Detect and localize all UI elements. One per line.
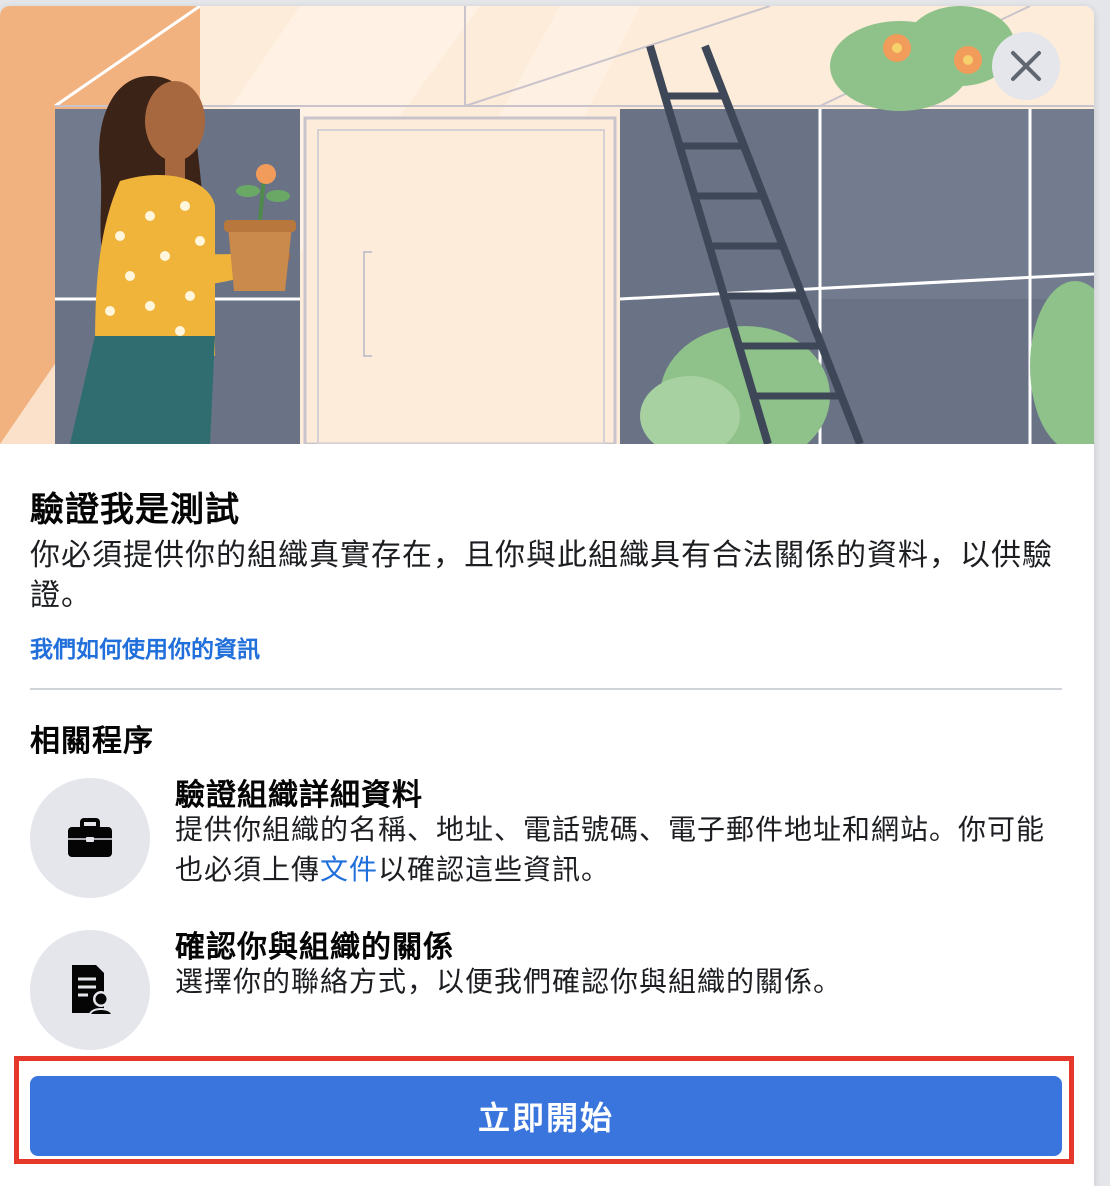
briefcase-icon — [68, 818, 112, 857]
documents-link[interactable]: 文件 — [320, 853, 378, 886]
step-icon-circle — [30, 778, 150, 898]
start-now-button[interactable]: 立即開始 — [30, 1076, 1062, 1156]
step-title: 確認你與組織的關係 — [175, 930, 454, 965]
step-description: 選擇你的聯絡方式，以便我們確認你與組織的關係。 — [175, 965, 843, 998]
section-title: 相關程序 — [30, 724, 154, 759]
contact-document-icon — [72, 965, 112, 1015]
divider — [30, 688, 1062, 690]
step-confirm-relationship: 確認你與組織的關係 選擇你的聯絡方式，以便我們確認你與組織的關係。 — [30, 922, 1062, 1052]
step-description: 提供你組織的名稱、地址、電話號碼、電子郵件地址和網站。你可能也必須上傳文件以確認… — [175, 810, 1055, 890]
hero-illustration — [0, 6, 1094, 444]
house-illustration — [0, 6, 1094, 444]
close-button[interactable] — [992, 32, 1060, 100]
dialog-title: 驗證我是測試 — [30, 490, 240, 530]
verification-dialog: 驗證我是測試 你必須提供你的組織真實存在，且你與此組織具有合法關係的資料，以供驗… — [0, 6, 1094, 1186]
how-we-use-info-link[interactable]: 我們如何使用你的資訊 — [30, 630, 260, 664]
step-description-text-end: 以確認這些資訊。 — [378, 853, 611, 886]
step-icon-circle — [30, 930, 150, 1050]
close-icon — [1011, 51, 1041, 81]
step-verify-org-details: 驗證組織詳細資料 提供你組織的名稱、地址、電話號碼、電子郵件地址和網站。你可能也… — [30, 770, 1062, 900]
dialog-description: 你必須提供你的組織真實存在，且你與此組織具有合法關係的資料，以供驗證。 — [30, 538, 1053, 613]
step-title: 驗證組織詳細資料 — [175, 778, 423, 813]
